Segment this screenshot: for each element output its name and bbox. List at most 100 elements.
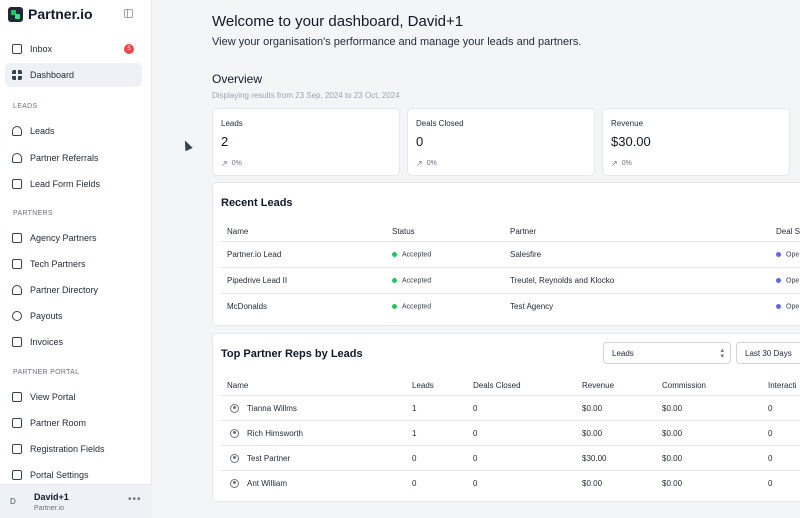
sidebar-item-partner-referrals[interactable]: Partner Referrals bbox=[5, 146, 142, 170]
sidebar-item-label: Partner Referrals bbox=[30, 153, 99, 163]
rep-revenue: $30.00 bbox=[582, 454, 607, 463]
sidebar-item-partner-directory[interactable]: Partner Directory bbox=[5, 278, 142, 302]
person-icon bbox=[12, 126, 22, 136]
person-icon bbox=[12, 285, 22, 295]
rep-name-cell: Rich Himsworth bbox=[230, 429, 304, 439]
stat-change: ↗ 0% bbox=[221, 159, 242, 168]
sidebar-item-label: Agency Partners bbox=[30, 233, 97, 243]
sidebar-item-registration-fields[interactable]: Registration Fields bbox=[5, 437, 142, 461]
panel-title: Top Partner Reps by Leads bbox=[221, 348, 363, 360]
referral-icon bbox=[12, 153, 22, 163]
column-header: Name bbox=[227, 227, 249, 236]
period-select[interactable]: Last 30 Days bbox=[736, 342, 800, 364]
sidebar-item-label: Leads bbox=[30, 126, 55, 136]
stat-change-value: 0% bbox=[426, 160, 437, 167]
column-header: Revenue bbox=[582, 381, 615, 390]
rep-name: Ant William bbox=[247, 479, 288, 488]
lead-name[interactable]: Partner.io Lead bbox=[227, 250, 281, 259]
external-link-icon bbox=[12, 392, 22, 402]
rep-name-cell: Ant William bbox=[230, 479, 288, 489]
rep-name: Rich Himsworth bbox=[247, 429, 304, 438]
sidebar-item-view-portal[interactable]: View Portal bbox=[5, 385, 142, 409]
status-dot-icon bbox=[776, 252, 781, 258]
status-dot-icon bbox=[392, 278, 397, 284]
trend-arrow-icon: ↗ bbox=[221, 159, 228, 168]
sidebar-item-payouts[interactable]: Payouts bbox=[5, 304, 142, 328]
form-icon bbox=[12, 444, 22, 454]
section-label-partner-portal: PARTNER PORTAL bbox=[13, 369, 80, 376]
user-name: David+1 bbox=[34, 492, 69, 502]
rep-name-cell: Tianna Willms bbox=[230, 404, 297, 414]
lead-name[interactable]: McDonalds bbox=[227, 302, 267, 311]
deal-status: Ope bbox=[776, 250, 799, 259]
status-text: Ope bbox=[786, 251, 800, 259]
sidebar-collapse-icon[interactable] bbox=[124, 9, 133, 18]
stat-value: 2 bbox=[221, 134, 229, 149]
sidebar-item-leads[interactable]: Leads bbox=[5, 119, 142, 143]
rep-interactions: 0 bbox=[768, 404, 773, 413]
column-header: Interacti bbox=[768, 381, 797, 390]
file-icon bbox=[12, 418, 22, 428]
status-badge: Accepted bbox=[392, 276, 431, 285]
rep-deals: 0 bbox=[473, 454, 478, 463]
status-dot-icon bbox=[776, 278, 781, 284]
sidebar-item-lead-form-fields[interactable]: Lead Form Fields bbox=[5, 172, 142, 196]
row-divider bbox=[221, 395, 800, 396]
sidebar-item-label: Partner Room bbox=[30, 418, 87, 428]
rep-interactions: 0 bbox=[768, 454, 773, 463]
rep-interactions: 0 bbox=[768, 429, 773, 438]
sidebar-item-partner-room[interactable]: Partner Room bbox=[5, 411, 142, 435]
status-text: Accepted bbox=[402, 251, 432, 259]
row-divider bbox=[221, 267, 800, 268]
sidebar-item-label: Partner Directory bbox=[30, 285, 99, 295]
status-dot-icon bbox=[776, 304, 781, 310]
rep-revenue: $0.00 bbox=[582, 429, 603, 438]
user-avatar-icon bbox=[230, 404, 239, 414]
top-partner-reps-panel: Top Partner Reps by Leads Leads ▴ ▾ Last … bbox=[212, 333, 800, 502]
column-header: Deals Closed bbox=[473, 381, 521, 390]
overview-date-range: Displaying results from 23 Sep, 2024 to … bbox=[212, 91, 400, 100]
user-avatar-icon bbox=[230, 454, 239, 464]
status-text: Ope bbox=[786, 303, 800, 311]
row-divider bbox=[221, 445, 800, 446]
rep-leads: 0 bbox=[412, 479, 417, 488]
rep-commission: $0.00 bbox=[662, 454, 683, 463]
rep-revenue: $0.00 bbox=[582, 404, 603, 413]
rep-leads: 0 bbox=[412, 454, 417, 463]
sidebar-item-label: View Portal bbox=[30, 392, 76, 402]
sidebar-item-tech-partners[interactable]: Tech Partners bbox=[5, 252, 142, 276]
row-divider bbox=[221, 241, 800, 242]
column-header: Status bbox=[392, 227, 415, 236]
brand[interactable]: Partner.io bbox=[8, 5, 93, 23]
status-text: Ope bbox=[786, 277, 800, 285]
sidebar-item-label: Registration Fields bbox=[30, 444, 105, 454]
stat-label: Leads bbox=[221, 119, 243, 128]
user-avatar-icon bbox=[230, 479, 239, 489]
dollar-icon bbox=[12, 311, 22, 321]
user-menu[interactable]: D David+1 Partner.io ••• bbox=[0, 484, 152, 518]
mouse-cursor-icon bbox=[181, 138, 193, 152]
rep-name: Tianna Willms bbox=[247, 404, 297, 413]
status-dot-icon bbox=[392, 304, 397, 310]
sidebar-item-inbox[interactable]: Inbox 5 bbox=[5, 37, 142, 61]
column-header: Commission bbox=[662, 381, 707, 390]
trend-arrow-icon: ↗ bbox=[611, 159, 618, 168]
stat-card-deals-closed: Deals Closed 0 ↗ 0% bbox=[407, 108, 595, 176]
sidebar-item-dashboard[interactable]: Dashboard bbox=[5, 63, 142, 87]
rep-deals: 0 bbox=[473, 479, 478, 488]
more-options-icon[interactable]: ••• bbox=[128, 494, 142, 505]
rep-leads: 1 bbox=[412, 404, 417, 413]
lead-name[interactable]: Pipedrive Lead II bbox=[227, 276, 287, 285]
stat-card-leads: Leads 2 ↗ 0% bbox=[212, 108, 400, 176]
stat-change: ↗ 0% bbox=[611, 159, 632, 168]
sidebar-item-agency-partners[interactable]: Agency Partners bbox=[5, 226, 142, 250]
status-dot-icon bbox=[392, 252, 397, 258]
rep-commission: $0.00 bbox=[662, 479, 683, 488]
rep-name-cell: Test Partner bbox=[230, 454, 290, 464]
sidebar-item-invoices[interactable]: Invoices bbox=[5, 330, 142, 354]
page-subtitle: View your organisation's performance and… bbox=[212, 36, 582, 48]
stat-card-revenue: Revenue $30.00 ↗ 0% bbox=[602, 108, 790, 176]
rep-interactions: 0 bbox=[768, 479, 773, 488]
recent-leads-panel: Recent Leads Name Status Partner Deal S … bbox=[212, 182, 800, 326]
metric-select[interactable]: Leads ▴ ▾ bbox=[603, 342, 731, 364]
